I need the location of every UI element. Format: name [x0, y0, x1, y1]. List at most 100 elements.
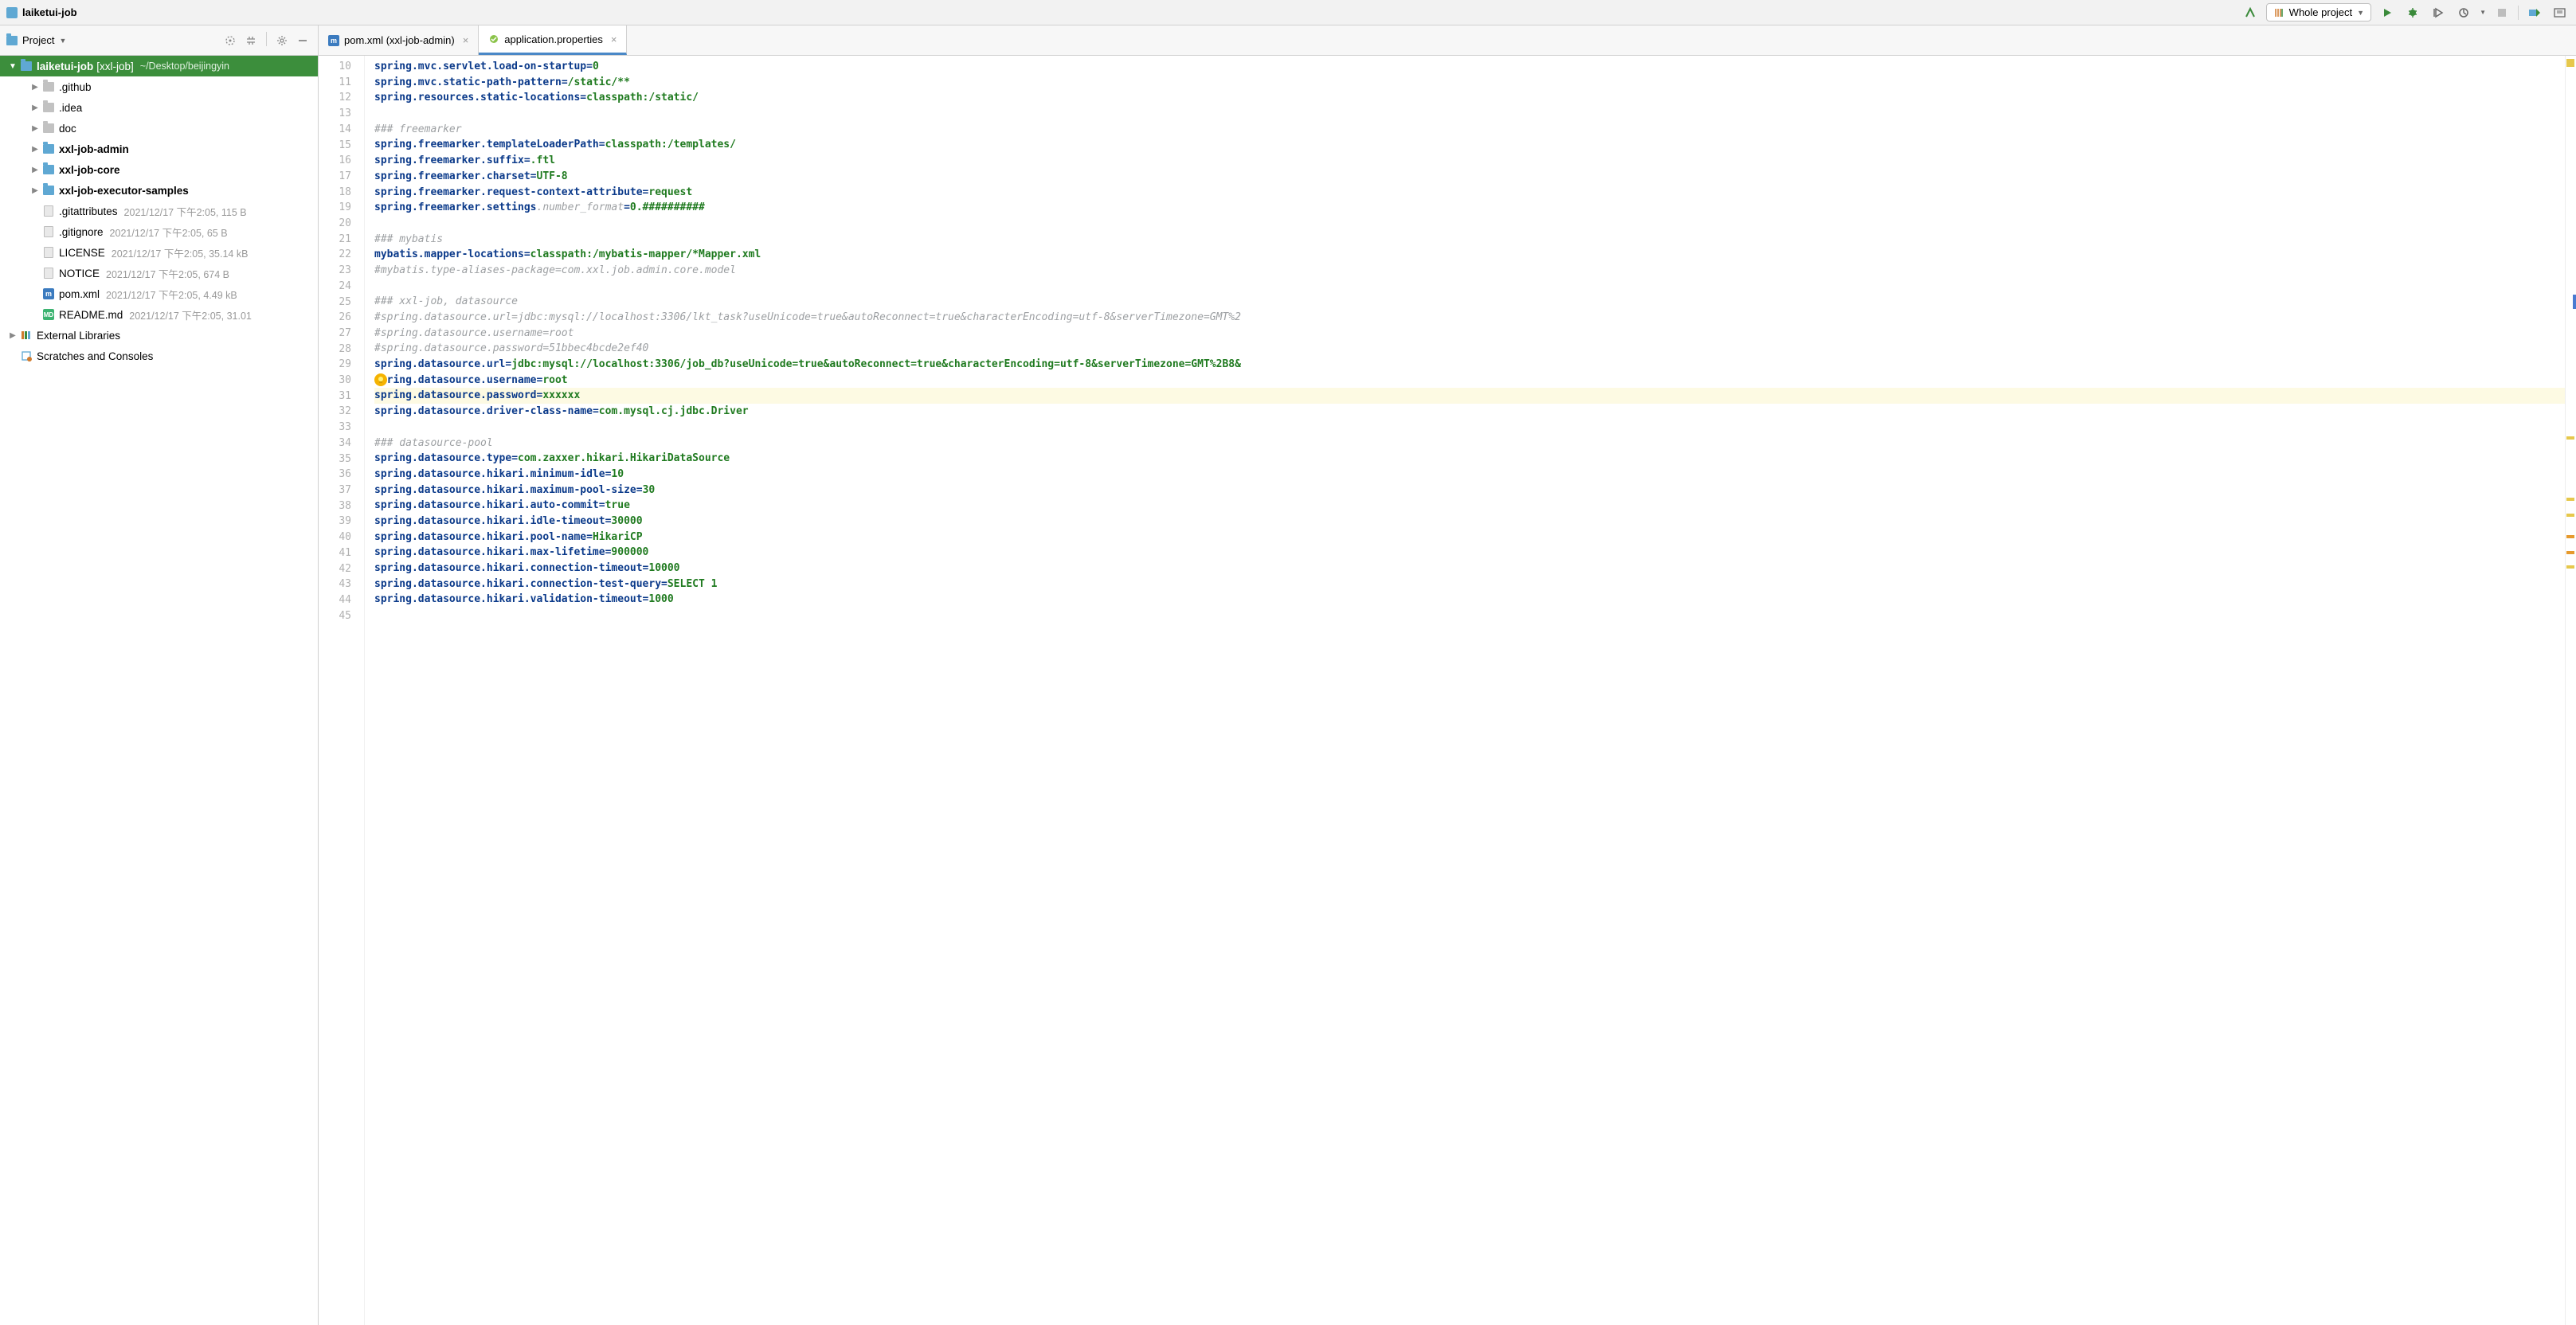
- file-icon: [44, 247, 53, 258]
- run-button[interactable]: [2378, 3, 2397, 22]
- code-line[interactable]: #spring.datasource.password=51bbec4bcde2…: [374, 341, 2565, 357]
- tree-row[interactable]: ▶.github: [0, 76, 318, 97]
- vcs-update-icon[interactable]: [2525, 3, 2544, 22]
- editor-tab[interactable]: mpom.xml (xxl-job-admin)×: [319, 25, 479, 55]
- close-icon[interactable]: ×: [611, 33, 617, 45]
- code-line[interactable]: #spring.datasource.username=root: [374, 326, 2565, 342]
- arrow-right-icon[interactable]: ▶: [29, 104, 41, 112]
- tree-row[interactable]: ▶ xxl-job-core: [0, 159, 318, 180]
- marker-warning[interactable]: [2566, 436, 2574, 440]
- code-line[interactable]: spring.mvc.servlet.load-on-startup=0: [374, 59, 2565, 75]
- tree-node-label: xxl-job-core: [59, 164, 120, 176]
- scope-icon: [2273, 7, 2284, 18]
- editor-tab[interactable]: application.properties×: [479, 25, 627, 55]
- arrow-right-icon[interactable]: ▶: [29, 83, 41, 92]
- code-line[interactable]: mybatis.mapper-locations=classpath:/myba…: [374, 247, 2565, 263]
- code-line[interactable]: spring.freemarker.suffix=.ftl: [374, 153, 2565, 169]
- warning-indicator-icon[interactable]: [2566, 59, 2574, 67]
- tree-root-path: ~/Desktop/beijingyin: [140, 61, 229, 72]
- code-line[interactable]: spring.datasource.hikari.minimum-idle=10: [374, 467, 2565, 483]
- code-line[interactable]: spring.datasource.username=root: [374, 373, 2565, 389]
- sidebar-header: Project ▼: [0, 25, 318, 56]
- arrow-right-icon[interactable]: ▶: [6, 331, 19, 340]
- code-line[interactable]: spring.datasource.hikari.connection-time…: [374, 561, 2565, 577]
- code-line[interactable]: ### datasource-pool: [374, 436, 2565, 451]
- chevron-down-small-icon[interactable]: ▼: [2480, 9, 2486, 16]
- marker-warning[interactable]: [2566, 498, 2574, 501]
- code-line[interactable]: [374, 106, 2565, 122]
- code-line[interactable]: spring.datasource.password=xxxxxx: [374, 388, 2565, 404]
- code-line[interactable]: spring.resources.static-locations=classp…: [374, 90, 2565, 106]
- code-line[interactable]: [374, 216, 2565, 232]
- tree-node-meta: 2021/12/17 下午2:05, 65 B: [110, 225, 228, 240]
- profile-button[interactable]: [2454, 3, 2473, 22]
- tree-root-branch: [xxl-job]: [96, 61, 134, 72]
- code-line[interactable]: [374, 608, 2565, 623]
- marker-strip[interactable]: [2565, 56, 2576, 1325]
- project-tree[interactable]: ▼ laiketui-job [xxl-job] ~/Desktop/beiji…: [0, 56, 318, 1325]
- tree-row[interactable]: mpom.xml2021/12/17 下午2:05, 4.49 kB: [0, 283, 318, 304]
- collapse-all-icon[interactable]: [242, 32, 260, 49]
- code-line[interactable]: [374, 420, 2565, 436]
- code-content[interactable]: spring.mvc.servlet.load-on-startup=0spri…: [365, 56, 2565, 1325]
- tree-row[interactable]: ▶doc: [0, 118, 318, 139]
- code-line[interactable]: spring.freemarker.request-context-attrib…: [374, 185, 2565, 201]
- code-line[interactable]: spring.datasource.hikari.maximum-pool-si…: [374, 483, 2565, 498]
- tree-row[interactable]: NOTICE2021/12/17 下午2:05, 674 B: [0, 263, 318, 283]
- code-line[interactable]: spring.datasource.hikari.max-lifetime=90…: [374, 545, 2565, 561]
- run-config-selector[interactable]: Whole project ▼: [2266, 3, 2371, 21]
- external-libraries[interactable]: ▶ External Libraries: [0, 325, 318, 346]
- code-line[interactable]: ### freemarker: [374, 122, 2565, 138]
- hide-icon[interactable]: [294, 32, 311, 49]
- code-line[interactable]: spring.datasource.hikari.validation-time…: [374, 592, 2565, 608]
- build-icon[interactable]: [2241, 3, 2260, 22]
- module-folder-icon: [43, 165, 54, 174]
- tree-row[interactable]: .gitattributes2021/12/17 下午2:05, 115 B: [0, 201, 318, 221]
- code-line[interactable]: [374, 279, 2565, 295]
- search-everywhere-icon[interactable]: [2551, 3, 2570, 22]
- marker-warning[interactable]: [2566, 514, 2574, 517]
- scratches-consoles[interactable]: Scratches and Consoles: [0, 346, 318, 366]
- arrow-right-icon[interactable]: ▶: [29, 166, 41, 174]
- code-line[interactable]: #spring.datasource.url=jdbc:mysql://loca…: [374, 310, 2565, 326]
- tree-row[interactable]: ▶.idea: [0, 97, 318, 118]
- arrow-right-icon[interactable]: ▶: [29, 186, 41, 195]
- code-line[interactable]: spring.datasource.hikari.connection-test…: [374, 577, 2565, 592]
- marker-warning[interactable]: [2566, 565, 2574, 569]
- code-line[interactable]: spring.mvc.static-path-pattern=/static/*…: [374, 75, 2565, 91]
- code-line[interactable]: spring.freemarker.settings.number_format…: [374, 200, 2565, 216]
- marker-weak-warning[interactable]: [2566, 535, 2574, 538]
- close-icon[interactable]: ×: [463, 34, 469, 46]
- tree-row[interactable]: LICENSE2021/12/17 下午2:05, 35.14 kB: [0, 242, 318, 263]
- arrow-down-icon[interactable]: ▼: [6, 62, 19, 71]
- marker-weak-warning[interactable]: [2566, 551, 2574, 554]
- tree-row[interactable]: ▶xxl-job-admin: [0, 139, 318, 159]
- code-line[interactable]: #mybatis.type-aliases-package=com.xxl.jo…: [374, 263, 2565, 279]
- code-editor[interactable]: 1011121314151617181920212223242526272829…: [319, 56, 2576, 1325]
- sidebar-title[interactable]: Project ▼: [6, 34, 221, 46]
- code-line[interactable]: spring.datasource.hikari.pool-name=Hikar…: [374, 530, 2565, 545]
- top-actions: Whole project ▼ ▼: [2241, 3, 2570, 22]
- tree-row[interactable]: ▶xxl-job-executor-samples: [0, 180, 318, 201]
- settings-gear-icon[interactable]: [273, 32, 291, 49]
- code-line[interactable]: spring.datasource.hikari.auto-commit=tru…: [374, 498, 2565, 514]
- locate-icon[interactable]: [221, 32, 239, 49]
- code-line[interactable]: spring.datasource.driver-class-name=com.…: [374, 404, 2565, 420]
- code-line[interactable]: spring.freemarker.templateLoaderPath=cla…: [374, 137, 2565, 153]
- code-line[interactable]: ### xxl-job, datasource: [374, 294, 2565, 310]
- arrow-right-icon[interactable]: ▶: [29, 124, 41, 133]
- code-line[interactable]: spring.datasource.hikari.idle-timeout=30…: [374, 514, 2565, 530]
- arrow-right-icon[interactable]: ▶: [29, 145, 41, 154]
- code-line[interactable]: ### mybatis: [374, 232, 2565, 248]
- intention-bulb-icon[interactable]: [374, 373, 387, 386]
- tree-row[interactable]: .gitignore2021/12/17 下午2:05, 65 B: [0, 221, 318, 242]
- code-line[interactable]: spring.freemarker.charset=UTF-8: [374, 169, 2565, 185]
- marker-change[interactable]: [2573, 295, 2576, 309]
- libraries-icon: [19, 330, 33, 341]
- tree-row[interactable]: MDREADME.md2021/12/17 下午2:05, 31.01: [0, 304, 318, 325]
- tree-root[interactable]: ▼ laiketui-job [xxl-job] ~/Desktop/beiji…: [0, 56, 318, 76]
- code-line[interactable]: spring.datasource.url=jdbc:mysql://local…: [374, 357, 2565, 373]
- coverage-button[interactable]: [2429, 3, 2448, 22]
- code-line[interactable]: spring.datasource.type=com.zaxxer.hikari…: [374, 451, 2565, 467]
- debug-button[interactable]: [2403, 3, 2422, 22]
